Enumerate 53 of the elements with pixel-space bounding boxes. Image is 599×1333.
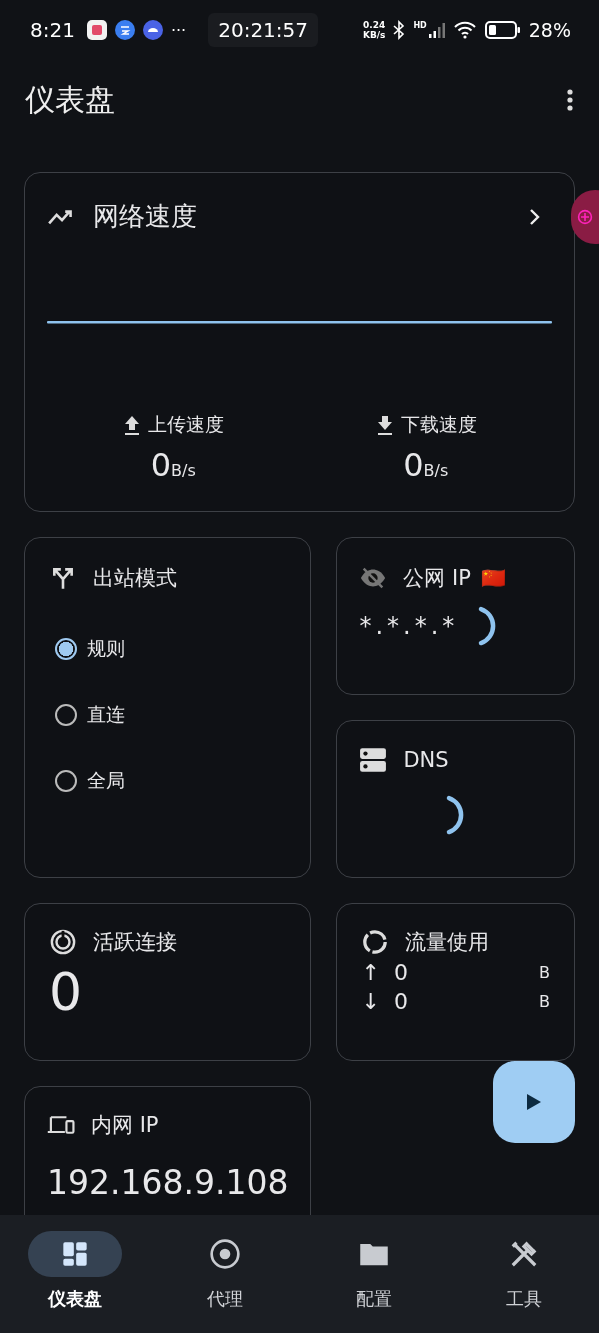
battery-icon xyxy=(484,21,521,39)
more-options-icon[interactable] xyxy=(567,88,573,112)
arrow-icon: ↑ xyxy=(361,960,380,985)
app-icon xyxy=(86,20,107,40)
card-title: 出站模式 xyxy=(93,565,177,592)
chevron-right-icon xyxy=(528,206,540,227)
traffic-value: 0 xyxy=(393,960,408,985)
card-title: 公网 IP xyxy=(403,565,471,592)
nav-tab[interactable]: 配置 xyxy=(299,1231,450,1333)
mode-radio-option[interactable]: 规则 xyxy=(55,636,287,662)
folder-icon xyxy=(359,1241,390,1267)
nav-tab[interactable]: 工具 xyxy=(449,1231,599,1333)
play-button[interactable] xyxy=(493,1061,575,1143)
speed-value: 0B/s xyxy=(150,446,196,484)
card-title: 流量使用 xyxy=(405,929,490,956)
nav-tab[interactable]: 仪表盘 xyxy=(0,1231,150,1333)
network-speed-text: 0.24 KB/s xyxy=(362,20,386,40)
traffic-unit: B xyxy=(539,963,550,982)
mode-radio-option[interactable]: 直连 xyxy=(55,702,287,728)
arrow-icon: ↓ xyxy=(361,989,380,1014)
card-title: DNS xyxy=(403,748,449,772)
chat-app-icon xyxy=(142,20,163,40)
radio-target-icon xyxy=(208,1238,241,1270)
battery-percent: 28% xyxy=(528,19,571,41)
masked-ip: *.*.*.* xyxy=(359,612,459,640)
traffic-value: 0 xyxy=(393,989,408,1014)
cloud-app-icon xyxy=(114,20,135,40)
dashboard-icon xyxy=(60,1240,89,1268)
card-title: 内网 IP xyxy=(91,1112,159,1139)
nav-tab[interactable]: 代理 xyxy=(149,1231,300,1333)
local-ip-value: 192.168.9.108 xyxy=(47,1163,289,1202)
flag-icon: 🇨🇳 xyxy=(481,566,506,590)
status-time: 8:21 xyxy=(30,18,75,42)
donut-icon xyxy=(361,929,390,955)
speed-label: 下载速度 xyxy=(400,412,477,437)
clock-pill: 20:21:57 xyxy=(208,13,318,47)
target-icon xyxy=(49,929,77,955)
page-title: 仪表盘 xyxy=(25,80,115,119)
play-icon xyxy=(526,1093,542,1111)
card-title: 网络速度 xyxy=(93,200,197,233)
network-speed-card[interactable]: 网络速度 上传速度 0B/s 下载速度 0B/s xyxy=(24,172,575,512)
eye-off-icon xyxy=(359,565,388,591)
bluetooth-icon xyxy=(393,20,406,40)
card-title: 活跃连接 xyxy=(93,929,177,956)
connection-count: 0 xyxy=(49,962,84,1022)
wifi-icon xyxy=(452,21,477,39)
server-icon xyxy=(359,747,388,773)
plus-circle-icon xyxy=(577,209,593,225)
speed-value: 0B/s xyxy=(403,446,449,484)
traffic-unit: B xyxy=(539,992,550,1011)
speed-label: 上传速度 xyxy=(148,412,225,437)
more-notifications: ··· xyxy=(170,20,187,40)
mode-radio-option[interactable]: 全局 xyxy=(55,768,287,794)
